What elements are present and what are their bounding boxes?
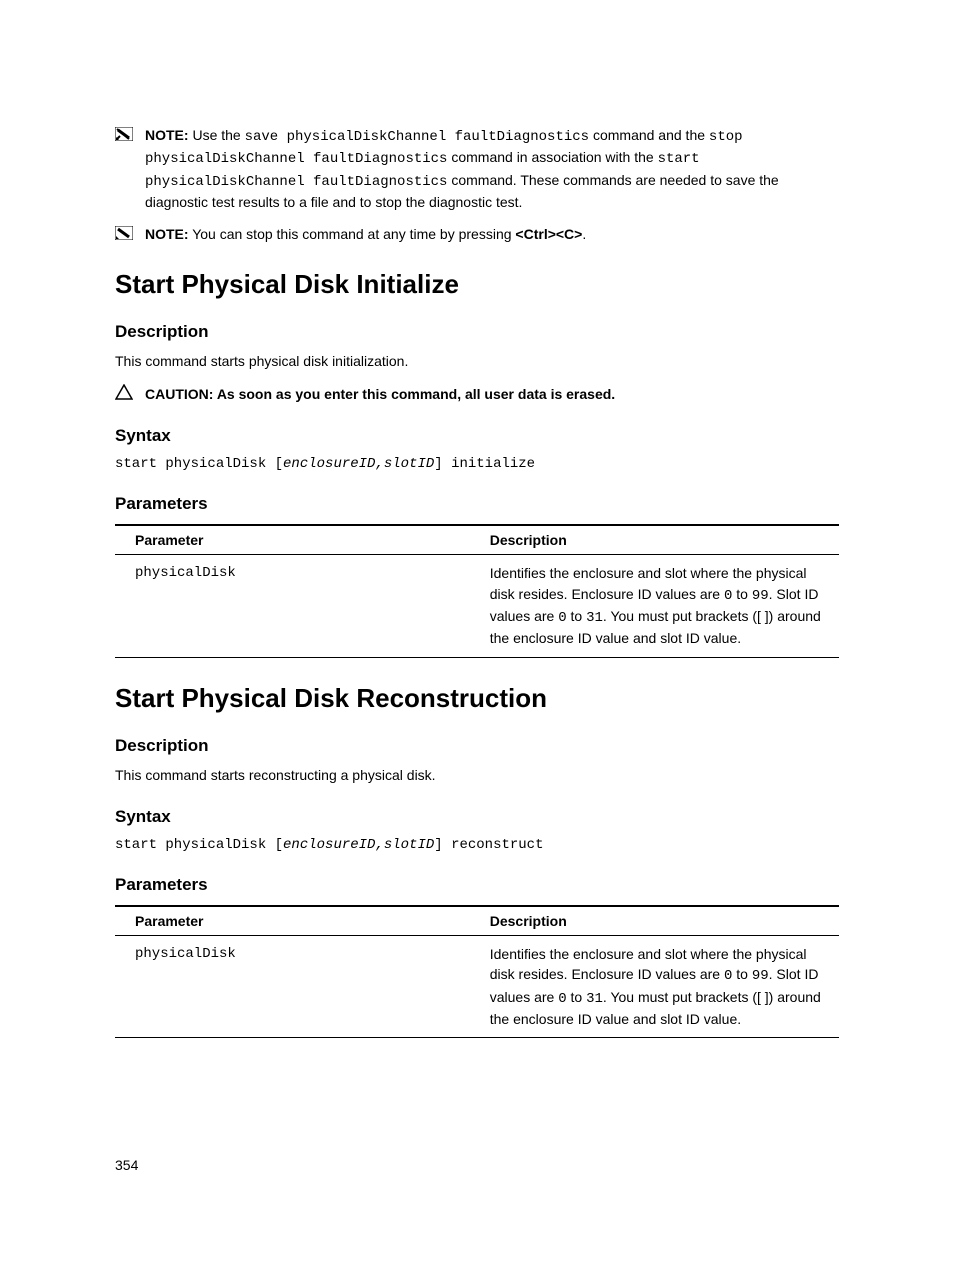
syntax-code: start physicalDisk [enclosureID,slotID] … [115, 456, 839, 472]
syntax-code: start physicalDisk [enclosureID,slotID] … [115, 837, 839, 853]
parameters-table-reconstruction: Parameter Description physicalDisk Ident… [115, 905, 839, 1038]
note-label: NOTE: [145, 127, 189, 143]
th-description: Description [470, 906, 839, 936]
table-row: physicalDisk Identifies the enclosure an… [115, 936, 839, 1038]
th-parameter: Parameter [115, 906, 470, 936]
description-heading: Description [115, 736, 839, 756]
note-pencil-icon [115, 127, 133, 141]
note-block-1: NOTE: Use the save physicalDiskChannel f… [115, 125, 839, 212]
caution-triangle-icon [115, 384, 133, 400]
description-heading: Description [115, 322, 839, 342]
table-header-row: Parameter Description [115, 525, 839, 555]
td-param-desc: Identifies the enclosure and slot where … [470, 936, 839, 1038]
note-text-2: NOTE: You can stop this command at any t… [145, 224, 586, 244]
note-block-2: NOTE: You can stop this command at any t… [115, 224, 839, 244]
td-param-desc: Identifies the enclosure and slot where … [470, 555, 839, 657]
td-param-name: physicalDisk [115, 936, 470, 1038]
caution-block: CAUTION: As soon as you enter this comma… [115, 384, 839, 404]
description-text: This command starts physical disk initia… [115, 352, 839, 372]
td-param-name: physicalDisk [115, 555, 470, 657]
description-text: This command starts reconstructing a phy… [115, 766, 839, 786]
th-description: Description [470, 525, 839, 555]
note-pencil-icon [115, 226, 133, 240]
page-number: 354 [115, 1157, 138, 1173]
section-title-reconstruction: Start Physical Disk Reconstruction [115, 683, 839, 714]
table-header-row: Parameter Description [115, 906, 839, 936]
syntax-heading: Syntax [115, 426, 839, 446]
syntax-heading: Syntax [115, 807, 839, 827]
table-row: physicalDisk Identifies the enclosure an… [115, 555, 839, 657]
th-parameter: Parameter [115, 525, 470, 555]
parameters-table-initialize: Parameter Description physicalDisk Ident… [115, 524, 839, 657]
caution-text: CAUTION: As soon as you enter this comma… [145, 384, 615, 404]
parameters-heading: Parameters [115, 875, 839, 895]
note-text-1: NOTE: Use the save physicalDiskChannel f… [145, 125, 839, 212]
note-label: NOTE: [145, 226, 189, 242]
section-title-initialize: Start Physical Disk Initialize [115, 269, 839, 300]
parameters-heading: Parameters [115, 494, 839, 514]
page-content: NOTE: Use the save physicalDiskChannel f… [0, 0, 954, 1268]
